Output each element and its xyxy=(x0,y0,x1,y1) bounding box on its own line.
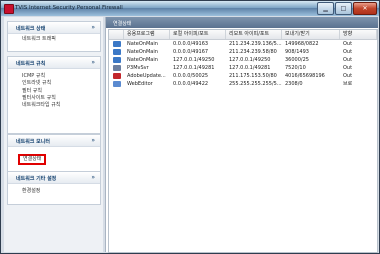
cell-send-recv: 36000/25 xyxy=(285,57,309,63)
app-icon xyxy=(113,81,121,87)
cell-send-recv: 4016/65698196 xyxy=(285,73,325,79)
panel-header-network-rules[interactable]: 네트워크 규칙 » xyxy=(8,57,100,69)
sidebar-item-network-type-rules[interactable]: 네트워크타입 규칙 xyxy=(22,102,100,109)
cell-remote: 211.175.153.50/80 xyxy=(229,73,277,79)
cell-local: 0.0.0.0/49163 xyxy=(173,41,209,47)
main-content: 연결상태 응용프로그램 로컬 아이피/포트 리모트 아이피/포트 보내기/받기 … xyxy=(105,17,378,253)
cell-local: 0.0.0.0/49422 xyxy=(173,81,209,87)
cell-local: 0.0.0.0/49167 xyxy=(173,49,209,55)
app-icon-cell xyxy=(109,64,124,72)
minimize-icon: ▁ xyxy=(323,5,328,12)
cell-direction: Out xyxy=(343,73,353,79)
content-title: 연결상태 xyxy=(113,21,132,27)
app-icon xyxy=(113,65,121,71)
cell-direction: Out xyxy=(343,41,353,47)
sidebar-item-connection-status[interactable]: 연결상태 xyxy=(18,154,47,165)
sidebar-item-network-traffic[interactable]: 네트워크 트래픽 xyxy=(22,36,100,43)
sidebar-item-preferences[interactable]: 환경설정 xyxy=(22,188,100,195)
title-bar[interactable]: TVIS Internet Security Personal Firewall… xyxy=(1,1,379,16)
app-icon-cell xyxy=(109,48,124,56)
cell-remote: 211.234.239.58/80 xyxy=(229,49,277,55)
table-row[interactable]: WebEditor 0.0.0.0/49422 255.255.255.255/5.… xyxy=(109,80,377,88)
maximize-icon: □ xyxy=(340,5,347,12)
table-header: 응용프로그램 로컬 아이피/포트 리모트 아이피/포트 보내기/받기 방향 xyxy=(109,30,377,40)
close-icon: ✕ xyxy=(362,5,368,12)
app-icon-cell xyxy=(109,56,124,64)
table-row[interactable]: AdobeUpdate... 0.0.0.0/50025 211.175.153.5… xyxy=(109,72,377,80)
cell-send-recv: 7520/10 xyxy=(285,65,306,71)
column-header-remote[interactable]: 리모트 아이피/포트 xyxy=(226,30,282,39)
panel-network-rules: 네트워크 규칙 » ICMP 규칙 인트라넷 규칙 필터 규칙 필터사이트 규칙… xyxy=(7,56,101,134)
cell-remote: 127.0.0.1/49281 xyxy=(229,65,271,71)
cell-remote: 211.234.239.136/5... xyxy=(229,41,282,47)
minimize-button[interactable]: ▁ xyxy=(317,2,334,15)
column-header-app[interactable]: 응용프로그램 xyxy=(124,30,170,39)
cell-send-recv: 2308/0 xyxy=(285,81,303,87)
cell-remote: 127.0.0.1/49250 xyxy=(229,57,271,63)
collapse-chevron-icon[interactable]: » xyxy=(91,24,95,31)
panel-header-network-other-settings[interactable]: 네트워크 기타 설정 » xyxy=(8,172,100,184)
column-header-direction[interactable]: 방향 xyxy=(340,30,377,39)
app-icon-cell xyxy=(109,40,124,48)
panel-title: 네트워크 기타 설정 xyxy=(16,176,57,182)
collapse-chevron-icon[interactable]: » xyxy=(91,137,95,144)
connection-table: 응용프로그램 로컬 아이피/포트 리모트 아이피/포트 보내기/받기 방향 Na… xyxy=(108,29,378,253)
panel-header-network-status[interactable]: 네트워크 상태 » xyxy=(8,22,100,34)
panel-network-status: 네트워크 상태 » 네트워크 트래픽 xyxy=(7,21,101,52)
cell-app: P3MvSvr xyxy=(127,65,149,71)
sidebar-item-filter-rules[interactable]: 필터 규칙 xyxy=(22,88,100,95)
sidebar-item-intranet-rules[interactable]: 인트라넷 규칙 xyxy=(22,80,100,87)
table-row[interactable]: P3MvSvr 127.0.0.1/49281 127.0.0.1/49281 752… xyxy=(109,64,377,72)
cell-remote: 255.255.255.255/5... xyxy=(229,81,282,87)
panel-title: 네트워크 규칙 xyxy=(16,61,46,67)
column-header-icon[interactable] xyxy=(109,30,124,39)
table-row[interactable]: NateOnMain 127.0.0.1/49250 127.0.0.1/49250… xyxy=(109,56,377,64)
panel-network-other-settings: 네트워크 기타 설정 » 환경설정 xyxy=(7,171,101,205)
collapse-chevron-icon[interactable]: » xyxy=(91,59,95,66)
panel-title: 네트워크 상태 xyxy=(16,26,46,32)
cell-local: 127.0.0.1/49281 xyxy=(173,65,215,71)
window-title: TVIS Internet Security Personal Firewall xyxy=(15,5,123,11)
collapse-chevron-icon[interactable]: » xyxy=(91,174,95,181)
cell-direction: Out xyxy=(343,49,353,55)
app-icon xyxy=(113,57,121,63)
cell-app: AdobeUpdate... xyxy=(127,73,166,79)
column-header-send-recv[interactable]: 보내기/받기 xyxy=(282,30,340,39)
app-icon-cell xyxy=(109,80,124,88)
cell-local: 0.0.0.0/50025 xyxy=(173,73,209,79)
table-row[interactable]: NateOnMain 0.0.0.0/49163 211.234.239.136/5… xyxy=(109,40,377,48)
firewall-window: TVIS Internet Security Personal Firewall… xyxy=(0,0,380,254)
cell-direction: Out xyxy=(343,57,353,63)
cell-app: WebEditor xyxy=(127,81,153,87)
cell-direction: Out xyxy=(343,65,353,71)
cell-direction: 브로 xyxy=(343,81,353,87)
cell-app: NateOnMain xyxy=(127,49,158,55)
app-icon xyxy=(113,49,121,55)
app-icon xyxy=(113,73,121,79)
close-button[interactable]: ✕ xyxy=(353,2,377,15)
panel-title: 네트워크 모니터 xyxy=(16,139,50,145)
sidebar: 네트워크 상태 » 네트워크 트래픽 네트워크 규칙 » ICMP 규칙 인트라… xyxy=(4,17,103,252)
cell-app: NateOnMain xyxy=(127,57,158,63)
table-body: NateOnMain 0.0.0.0/49163 211.234.239.136/5… xyxy=(109,40,377,88)
app-icon-cell xyxy=(109,72,124,80)
panel-header-network-monitor[interactable]: 네트워크 모니터 » xyxy=(8,135,100,147)
cell-app: NateOnMain xyxy=(127,41,158,47)
cell-send-recv: 149968/0822 xyxy=(285,41,319,47)
column-header-local[interactable]: 로컬 아이피/포트 xyxy=(170,30,226,39)
cell-local: 127.0.0.1/49250 xyxy=(173,57,215,63)
app-icon xyxy=(113,41,121,47)
content-header: 연결상태 xyxy=(106,17,378,28)
cell-send-recv: 908/1493 xyxy=(285,49,309,55)
app-shield-icon xyxy=(4,4,14,14)
table-row[interactable]: NateOnMain 0.0.0.0/49167 211.234.239.58/80… xyxy=(109,48,377,56)
maximize-button[interactable]: □ xyxy=(335,2,352,15)
